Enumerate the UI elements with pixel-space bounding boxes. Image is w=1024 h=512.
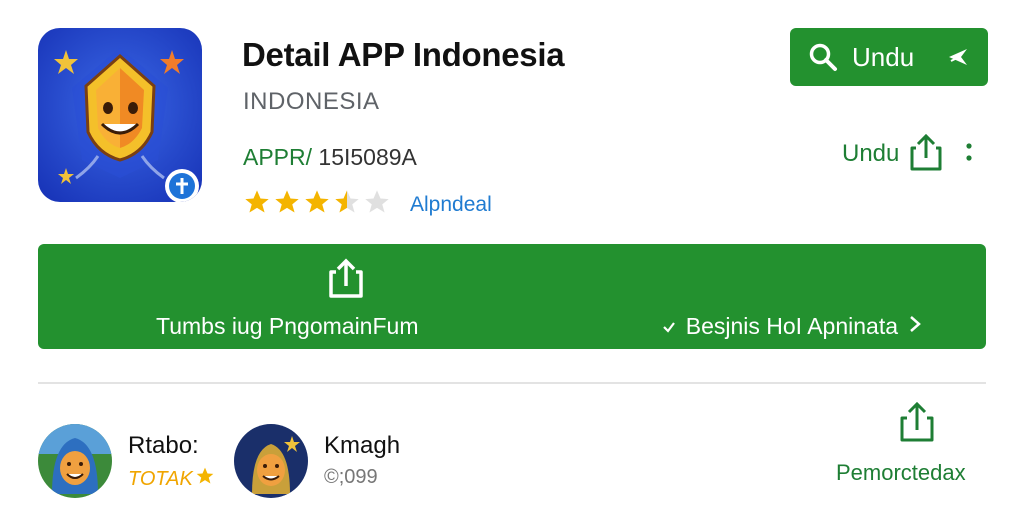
- banner-right-label: Besjnis HoI Apninata: [685, 313, 898, 339]
- star-icon: [335, 190, 359, 213]
- plane-icon: [946, 45, 970, 69]
- app-id-prefix: APPR/: [243, 144, 313, 170]
- share-label[interactable]: Undu: [842, 140, 899, 168]
- avatar: [38, 424, 112, 498]
- rating-label[interactable]: Alpndeal: [410, 193, 492, 217]
- promo-banner[interactable]: Tumbs iug PngomainFum Besjnis HoI Apnina…: [38, 244, 986, 349]
- star-icon: [365, 190, 389, 213]
- app-icon: [38, 28, 202, 202]
- share-icon[interactable]: [909, 132, 943, 177]
- star-icon: [245, 190, 269, 213]
- share-button[interactable]: Pemorctedax: [836, 400, 996, 490]
- banner-left-text[interactable]: Tumbs iug PngomainFum: [156, 313, 418, 340]
- star-icon: [275, 190, 299, 213]
- divider: [38, 382, 986, 384]
- reviewer-name: Rtabo:: [128, 432, 199, 459]
- app-id: APPR/ 15I5089A: [243, 144, 417, 171]
- install-button[interactable]: Undu: [790, 28, 988, 86]
- banner-right-link[interactable]: Besjnis HoI Apninata: [662, 313, 922, 340]
- reviewer-badge-text: TOTAK: [128, 467, 193, 490]
- share-icon: [326, 258, 366, 305]
- star-rating: [243, 188, 391, 216]
- reviewer-sub: ©;099: [324, 466, 378, 488]
- chevron-right-icon: [908, 313, 922, 340]
- star-icon: [195, 466, 215, 492]
- share-icon: [898, 400, 936, 449]
- more-options-icon[interactable]: [965, 140, 973, 169]
- app-subtitle: INDONESIA: [243, 88, 380, 115]
- share-button-label: Pemorctedax: [836, 460, 966, 485]
- star-icon: [305, 190, 329, 213]
- search-icon: [808, 42, 838, 72]
- check-icon: [662, 313, 676, 340]
- reviewer-name: Kmagh: [324, 432, 401, 459]
- share-row: Undu: [842, 132, 973, 176]
- reviewer-sub: TOTAK: [128, 466, 215, 492]
- avatar: [234, 424, 308, 498]
- app-title: Detail APP Indonesia: [242, 36, 565, 73]
- app-id-number: 15I5089A: [318, 144, 417, 170]
- install-button-label: Undu: [852, 41, 915, 72]
